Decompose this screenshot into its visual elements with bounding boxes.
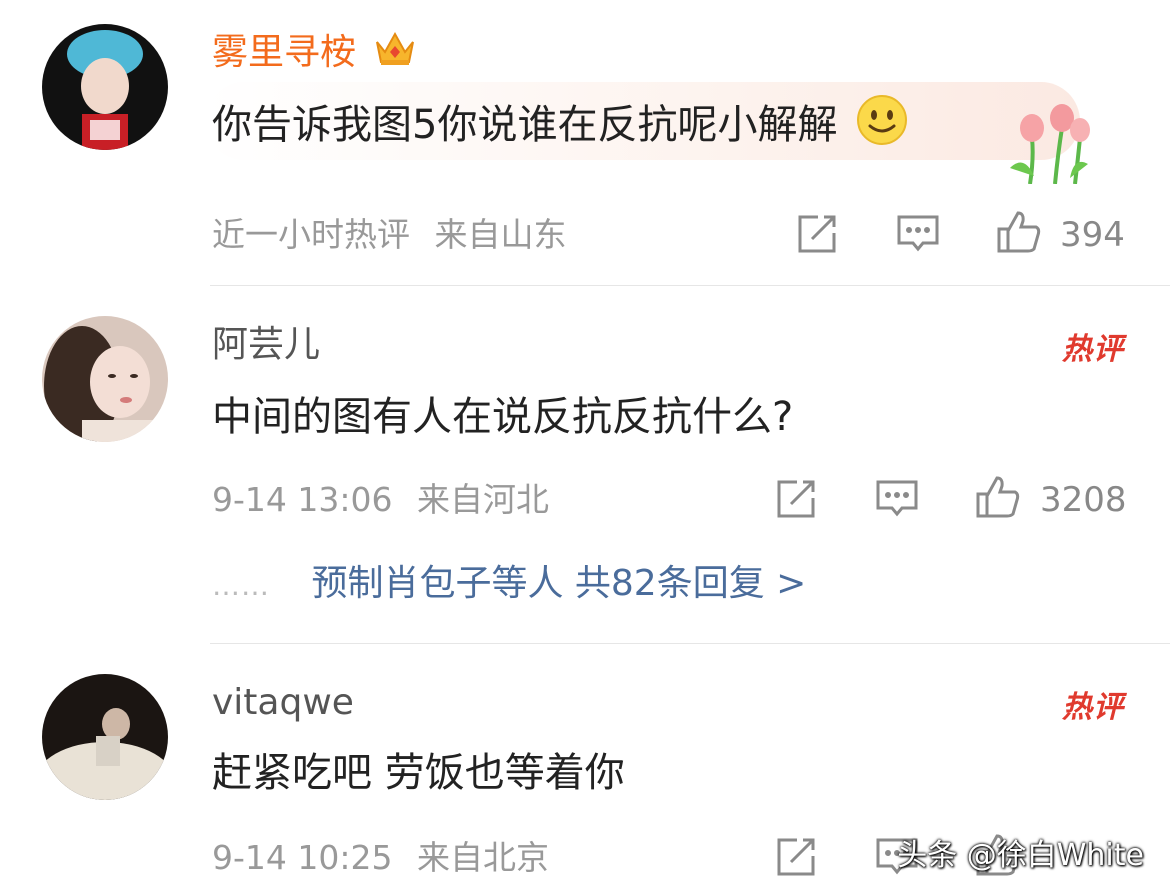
comment-icon[interactable]: [874, 476, 920, 522]
username[interactable]: 雾里寻桉: [212, 28, 417, 80]
share-icon[interactable]: [773, 834, 819, 880]
replies-link[interactable]: …… 预制肖包子等人 共82条回复 >: [212, 562, 806, 608]
avatar[interactable]: [42, 674, 168, 800]
username[interactable]: vitaqwe: [212, 680, 354, 726]
hot-badge: 热评: [1062, 690, 1124, 725]
tulip-icon: [1000, 98, 1100, 188]
avatar[interactable]: [42, 316, 168, 442]
comment-item: 雾里寻桉 你告诉我图5你说谁在反抗呢小解解 近一小时热评 来自山东 394: [0, 0, 1170, 285]
comment-text: 你告诉我图5你说谁在反抗呢小解解: [212, 94, 908, 160]
share-icon[interactable]: [794, 211, 840, 257]
share-icon[interactable]: [773, 476, 819, 522]
comment-text: 中间的图有人在说反抗反抗什么?: [212, 394, 794, 440]
like-count: 394: [1060, 215, 1125, 255]
comment-meta: 9-14 10:25 来自北京: [212, 838, 549, 877]
comment-item: 阿芸儿 热评 中间的图有人在说反抗反抗什么? 9-14 13:06 来自河北 3…: [0, 286, 1170, 643]
crown-icon: [373, 28, 417, 80]
username[interactable]: 阿芸儿: [212, 322, 320, 368]
hot-badge: 热评: [1062, 332, 1124, 367]
like-icon[interactable]: [975, 474, 1021, 520]
like-count: 3208: [1040, 480, 1127, 520]
comment-meta: 9-14 13:06 来自河北: [212, 480, 549, 519]
comment-text: 赶紧吃吧 劳饭也等着你: [212, 750, 625, 796]
smiley-icon: [856, 94, 908, 160]
avatar[interactable]: [42, 24, 168, 150]
like-icon[interactable]: [996, 209, 1042, 255]
comment-icon[interactable]: [895, 211, 941, 257]
watermark: 头条 @徐白White: [897, 838, 1144, 873]
comment-meta: 近一小时热评 来自山东: [212, 215, 567, 254]
